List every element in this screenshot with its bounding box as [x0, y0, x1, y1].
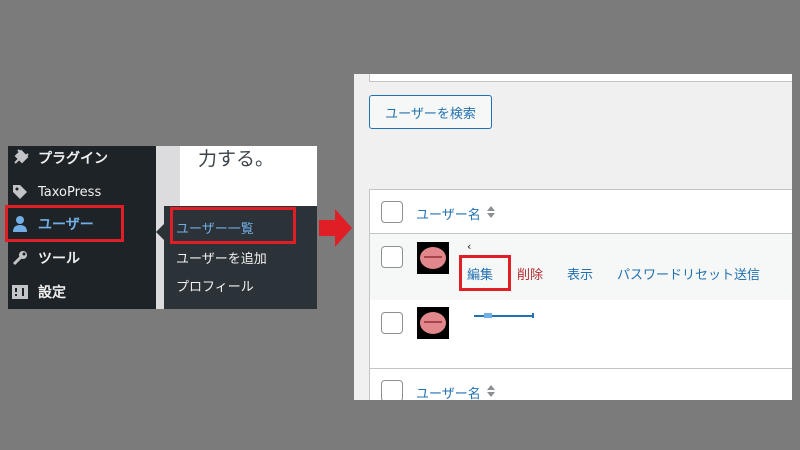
sort-icon[interactable]	[486, 205, 495, 222]
edit-highlight-box	[459, 255, 511, 291]
row-checkbox[interactable]	[381, 312, 403, 334]
all-users-highlight-box	[170, 207, 296, 244]
reset-password-link[interactable]: パスワードリセット送信	[617, 264, 760, 283]
sort-icon[interactable]	[486, 384, 495, 401]
submenu-item-profile[interactable]: プロフィール	[176, 276, 254, 295]
sidebar-item-label: ツール	[38, 251, 80, 267]
search-users-button[interactable]: ユーザーを検索	[369, 95, 492, 129]
redacted-username-icon	[474, 313, 534, 318]
sidebar-item-tools[interactable]: ツール	[8, 242, 156, 274]
table-row	[370, 300, 792, 368]
avatar	[417, 242, 449, 274]
tag-icon	[10, 182, 30, 202]
sidebar-item-settings[interactable]: 設定	[8, 276, 156, 308]
table-footer: ユーザー名	[370, 368, 792, 400]
sidebar-item-taxopress[interactable]: TaxoPress	[8, 176, 156, 208]
avatar	[417, 307, 449, 339]
submenu-item-add-user[interactable]: ユーザーを追加	[176, 248, 267, 267]
sidebar-item-plugins[interactable]: プラグイン	[8, 142, 156, 174]
column-username-footer[interactable]: ユーザー名	[416, 383, 495, 400]
column-username[interactable]: ユーザー名	[416, 204, 495, 223]
select-all-checkbox-footer[interactable]	[381, 380, 403, 400]
select-all-checkbox[interactable]	[381, 201, 403, 223]
sidebar-item-label: TaxoPress	[38, 184, 102, 200]
wrench-icon	[10, 248, 30, 268]
users-table: ユーザー名 ‹ 編集 削除 表示 パスワードリセット送信 ユーザー名	[369, 189, 792, 400]
content-text: 力する。	[198, 148, 275, 170]
users-list-screenshot: ユーザーを検索 ユーザー名 ‹ 編集 削除 表示 パスワードリセット送信 ユーザ…	[354, 74, 792, 400]
users-highlight-box	[5, 205, 124, 242]
row-checkbox[interactable]	[381, 246, 403, 268]
view-link[interactable]: 表示	[567, 264, 593, 283]
right-arrow-icon	[319, 209, 352, 251]
top-card	[369, 74, 792, 82]
admin-sidebar: プラグイン TaxoPress ユーザー ツール 設定	[5, 146, 156, 309]
settings-icon	[10, 282, 30, 302]
sidebar-item-label: 設定	[38, 285, 66, 301]
users-submenu: ユーザー一覧 ユーザーを追加 プロフィール	[156, 206, 317, 309]
sidebar-item-label: プラグイン	[38, 151, 108, 167]
column-username-label: ユーザー名	[416, 387, 481, 400]
admin-sidebar-screenshot: プラグイン TaxoPress ユーザー ツール 設定 力する。 ユーザー一覧 …	[5, 146, 317, 309]
row-actions: 編集 削除 表示 パスワードリセット送信	[467, 264, 784, 283]
table-row: ‹ 編集 削除 表示 パスワードリセット送信	[370, 234, 792, 300]
plugin-icon	[10, 148, 30, 168]
table-header: ユーザー名	[370, 190, 792, 234]
delete-link[interactable]: 削除	[517, 264, 543, 283]
column-username-label: ユーザー名	[416, 208, 481, 223]
username-link[interactable]: ‹	[467, 240, 471, 253]
content-card: 力する。	[180, 146, 317, 206]
